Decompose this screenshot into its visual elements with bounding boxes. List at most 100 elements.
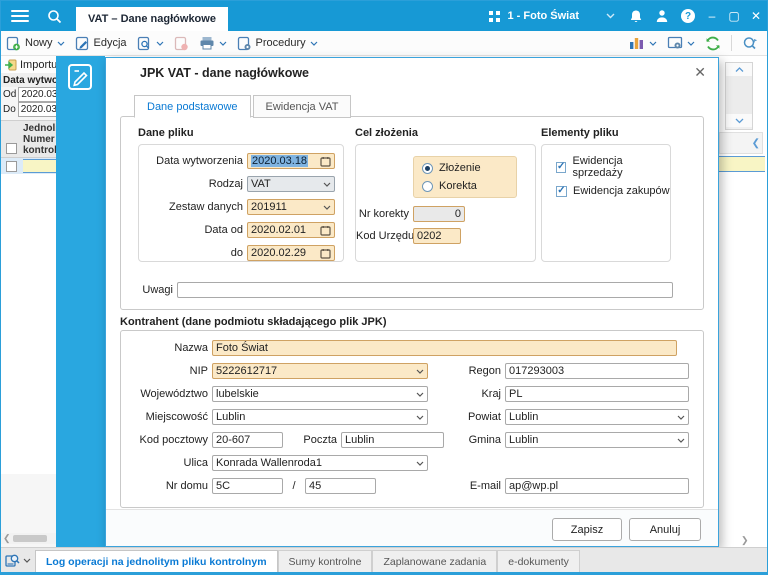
select-all-checkbox[interactable] xyxy=(6,143,17,154)
menu-icon[interactable] xyxy=(11,10,29,22)
filter-od-label: Od xyxy=(3,89,17,100)
edit-document-icon xyxy=(68,64,92,90)
filter-do-label: Do xyxy=(3,104,16,115)
chevron-down-icon xyxy=(677,438,685,443)
bottom-tab-e-dokumenty[interactable]: e-dokumenty xyxy=(497,550,580,572)
kod-pocztowy-field[interactable]: 20-607 xyxy=(212,432,283,448)
nazwa-field[interactable]: Foto Świat xyxy=(212,340,677,356)
row-checkbox[interactable] xyxy=(6,160,17,172)
close-window-button[interactable]: ✕ xyxy=(745,5,767,27)
user-icon[interactable] xyxy=(649,5,675,27)
import-button[interactable]: Importuj xyxy=(1,56,56,73)
module-tab-vat[interactable]: VAT – Dane nagłówkowe xyxy=(76,7,228,31)
poczta-field[interactable]: Lublin xyxy=(341,432,444,448)
new-chevron-icon xyxy=(57,41,64,46)
nr-domu-field[interactable]: 5C xyxy=(212,478,283,494)
log-panel-chevron-icon[interactable] xyxy=(23,558,31,563)
company-chevron-down-icon[interactable] xyxy=(597,5,623,27)
horizontal-scrollbar[interactable]: ❮ xyxy=(1,533,56,544)
filter-od-input[interactable]: 2020.03.1 xyxy=(18,87,56,102)
company-name[interactable]: 1 - Foto Świat xyxy=(508,10,580,22)
email-field[interactable]: ap@wp.pl xyxy=(505,478,689,494)
gmina-select[interactable]: Lublin xyxy=(505,432,689,448)
workspace: Importuj Data wytworz Od 2020.03.1 Do 20… xyxy=(1,56,767,547)
cel-radio-group: Złożenie Korekta xyxy=(413,156,517,198)
log-panel-icon[interactable] xyxy=(5,553,21,568)
zestaw-danych-select[interactable]: 201911 xyxy=(247,199,335,215)
new-button[interactable]: Nowy xyxy=(1,33,70,54)
import-icon xyxy=(5,59,17,70)
edit-button[interactable]: Edycja xyxy=(70,33,132,54)
charts-chevron-icon xyxy=(649,41,657,46)
cancel-button[interactable]: Anuluj xyxy=(629,518,701,541)
collapse-panel: ❮ xyxy=(719,132,763,154)
tab-dane-podstawowe[interactable]: Dane podstawowe xyxy=(134,95,251,118)
scroll-left-icon[interactable]: ❮ xyxy=(1,533,13,544)
search-icon[interactable] xyxy=(47,9,62,24)
entities-grid-icon[interactable] xyxy=(488,10,500,22)
minimize-button[interactable]: – xyxy=(701,5,723,27)
nip-select[interactable]: 5222612717 xyxy=(212,363,428,379)
row-selected-cell[interactable] xyxy=(23,159,56,173)
powiat-select[interactable]: Lublin xyxy=(505,409,689,425)
rodzaj-select[interactable]: VAT xyxy=(247,176,335,192)
vertical-scrollbar[interactable] xyxy=(725,62,753,130)
bottom-tab-sumy-kontrolne[interactable]: Sumy kontrolne xyxy=(277,550,373,572)
procedures-button[interactable]: Procedury xyxy=(232,33,323,54)
checkbox-checked-icon: ✓ xyxy=(556,185,567,197)
scrollbar-track[interactable] xyxy=(726,76,752,114)
miejscowosc-select[interactable]: Lublin xyxy=(212,409,428,425)
delete-button[interactable] xyxy=(169,33,194,54)
scroll-up-icon[interactable] xyxy=(726,63,752,76)
quick-search-button[interactable] xyxy=(737,33,763,54)
save-button[interactable]: Zapisz xyxy=(552,518,622,541)
bar-chart-icon xyxy=(630,38,643,49)
data-od-field[interactable]: 2020.02.01 xyxy=(247,222,335,238)
table-header[interactable]: Jednoli Numer kontrol xyxy=(1,120,56,158)
kod-urzedu-field[interactable]: 0202 xyxy=(413,228,461,244)
chevron-down-icon xyxy=(416,461,424,466)
upper-panel: Dane pliku Data wytworzenia 2020.03.18 R… xyxy=(120,116,704,310)
data-wytworzenia-field[interactable]: 2020.03.18 xyxy=(247,153,335,169)
help-icon[interactable]: ? xyxy=(675,5,701,27)
group-elementy-pliku: Elementy pliku ✓ Ewidencja sprzedaży ✓ E… xyxy=(541,127,671,262)
data-do-field[interactable]: 2020.02.29 xyxy=(247,245,335,261)
maximize-button[interactable]: ▢ xyxy=(723,5,745,27)
filter-do-input[interactable]: 2020.03.1 xyxy=(17,102,56,117)
kraj-field[interactable]: PL xyxy=(505,386,689,402)
scroll-right-icon[interactable]: ❯ xyxy=(741,535,749,546)
chevron-down-icon xyxy=(323,205,331,210)
regon-field[interactable]: 017293003 xyxy=(505,363,689,379)
row-selected-cell-right[interactable] xyxy=(719,156,765,172)
view-chevron-icon xyxy=(156,41,163,46)
nr-korekty-field[interactable]: 0 xyxy=(413,206,465,222)
window-settings-button[interactable] xyxy=(662,33,700,54)
refresh-button[interactable] xyxy=(700,33,726,54)
notifications-bell-icon[interactable] xyxy=(623,5,649,27)
kontrahent-section-title: Kontrahent (dane podmiotu składającego p… xyxy=(120,316,387,328)
wojewodztwo-select[interactable]: lubelskie xyxy=(212,386,428,402)
checkbox-ewidencja-zakupow[interactable]: ✓ Ewidencja zakupów xyxy=(556,183,670,199)
uwagi-field[interactable] xyxy=(177,282,673,298)
dialog-close-icon[interactable]: ✕ xyxy=(694,64,706,81)
bottom-tab-log[interactable]: Log operacji na jednolitym pliku kontrol… xyxy=(35,550,278,572)
group-cel-zlozenia: Cel złożenia Złożenie Korekta Nr korekty… xyxy=(355,127,536,262)
checkbox-ewidencja-sprzedazy[interactable]: ✓ Ewidencja sprzedaży xyxy=(556,155,670,179)
charts-button[interactable] xyxy=(624,33,662,54)
tab-ewidencja-vat[interactable]: Ewidencja VAT xyxy=(252,95,352,118)
delete-document-icon xyxy=(174,36,188,50)
table-row[interactable] xyxy=(1,158,56,174)
radio-korekta[interactable]: Korekta xyxy=(422,177,516,195)
top-bar: VAT – Dane nagłówkowe 1 - Foto Świat ? –… xyxy=(1,1,767,31)
procedures-chevron-icon xyxy=(310,41,318,46)
background-left-panel: Importuj Data wytworz Od 2020.03.1 Do 20… xyxy=(1,56,56,547)
ulica-select[interactable]: Konrada Wallenroda1 xyxy=(212,455,428,471)
print-button[interactable] xyxy=(194,33,232,54)
nr-lokalu-field[interactable]: 45 xyxy=(305,478,376,494)
bottom-tab-zaplanowane-zadania[interactable]: Zaplanowane zadania xyxy=(372,550,498,572)
view-button[interactable] xyxy=(132,33,169,54)
collapse-left-icon[interactable]: ❮ xyxy=(752,138,760,149)
scrollbar-thumb[interactable] xyxy=(12,535,47,542)
scroll-down-icon[interactable] xyxy=(726,114,752,127)
radio-zlozenie[interactable]: Złożenie xyxy=(422,159,516,177)
